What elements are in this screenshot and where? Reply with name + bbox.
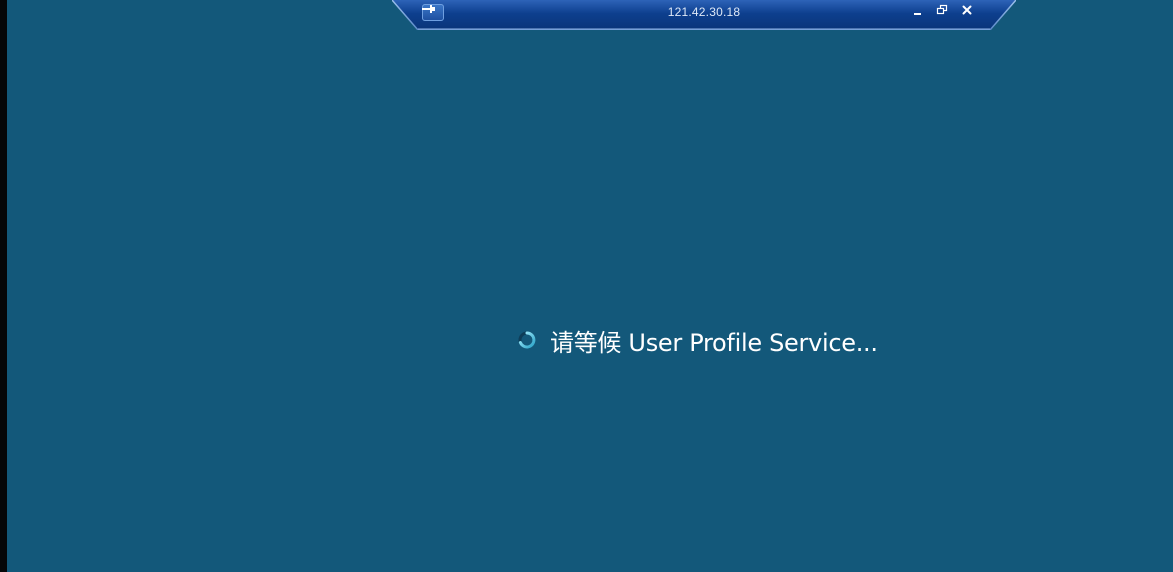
minimize-button[interactable] xyxy=(912,4,930,20)
remote-connection-bar[interactable]: 121.42.30.18 xyxy=(392,0,1016,30)
loading-message: 请等候 User Profile Service... xyxy=(550,328,878,357)
restore-button[interactable] xyxy=(936,4,954,20)
loading-status: 请等候 User Profile Service... xyxy=(517,323,878,357)
loading-spinner-icon xyxy=(517,330,537,350)
left-edge-strip xyxy=(0,0,7,572)
pin-button[interactable] xyxy=(422,4,444,21)
close-button[interactable] xyxy=(961,4,979,20)
desktop-background: 请等候 User Profile Service... xyxy=(7,0,1173,572)
connection-title: 121.42.30.18 xyxy=(667,5,741,19)
remote-desktop-screen: 请等候 User Profile Service... 121.42.30.18 xyxy=(0,0,1173,572)
